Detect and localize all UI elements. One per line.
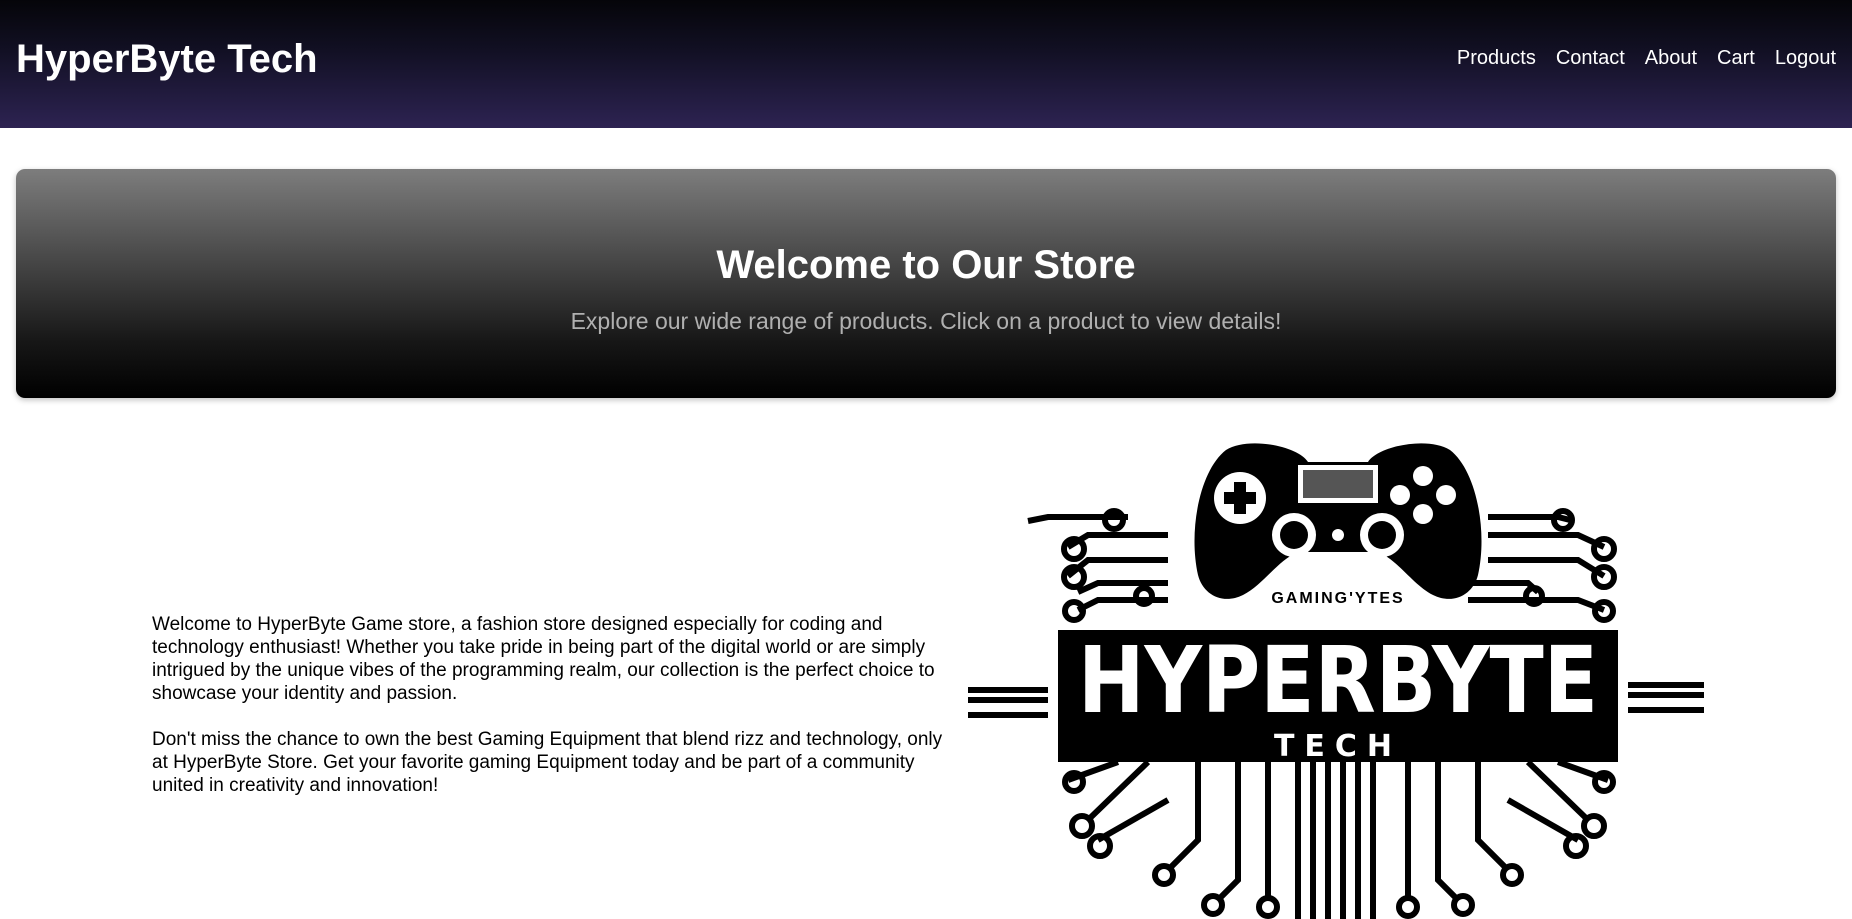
- logo-subword: TECH: [1274, 729, 1402, 764]
- site-brand[interactable]: HyperByte Tech: [16, 34, 318, 84]
- nav-link-logout[interactable]: Logout: [1775, 46, 1836, 70]
- nav-link-about[interactable]: About: [1645, 46, 1697, 70]
- nav-link-cart[interactable]: Cart: [1717, 46, 1755, 70]
- description-paragraph-2: Don't miss the chance to own the best Ga…: [152, 729, 943, 796]
- nav-link-contact[interactable]: Contact: [1556, 46, 1625, 70]
- site-header: HyperByte Tech Products Contact About Ca…: [0, 0, 1852, 128]
- logo-tagline: GAMING'YTES: [1271, 590, 1404, 607]
- gamepad-icon: [1194, 443, 1482, 599]
- banner-title: Welcome to Our Store: [716, 243, 1136, 287]
- hyperbyte-logo: GAMING'YTES HYPERBYTE TECH: [968, 443, 1704, 919]
- circuit-traces-bottom: [1062, 759, 1616, 919]
- welcome-banner: Welcome to Our Store Explore our wide ra…: [16, 169, 1836, 398]
- main-nav: Products Contact About Cart Logout: [1457, 46, 1836, 70]
- nav-link-products[interactable]: Products: [1457, 46, 1536, 70]
- description-paragraph-1: Welcome to HyperByte Game store, a fashi…: [152, 614, 935, 704]
- store-description: Welcome to HyperByte Game store, a fashi…: [152, 613, 952, 797]
- banner-subtitle: Explore our wide range of products. Clic…: [570, 308, 1282, 334]
- logo-wordmark: HYPERBYTE: [1078, 627, 1598, 734]
